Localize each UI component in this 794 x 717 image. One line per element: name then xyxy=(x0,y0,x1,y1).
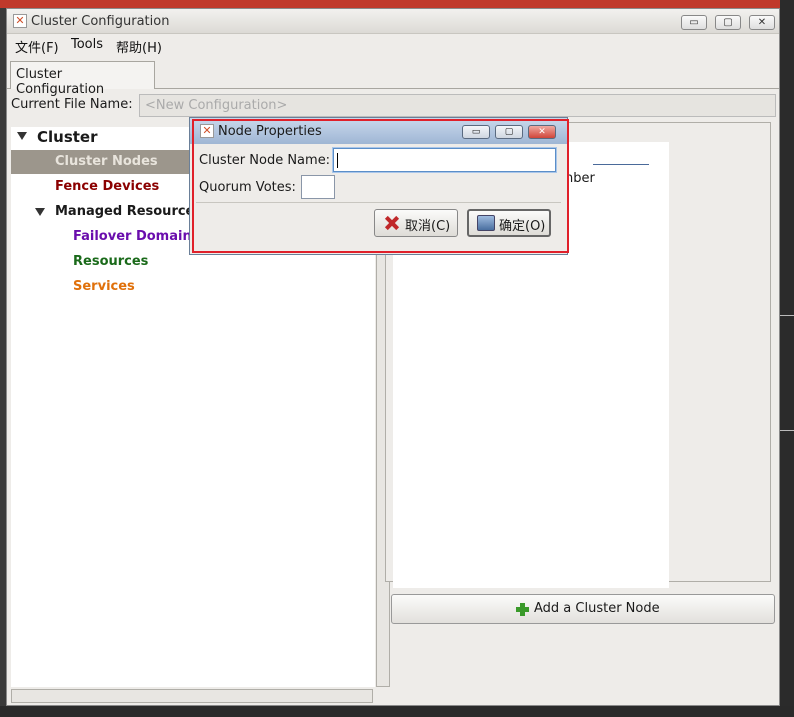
plus-icon xyxy=(516,603,529,616)
expander-icon[interactable] xyxy=(35,208,45,216)
dialog-highlight-outline xyxy=(192,119,569,253)
background-strip xyxy=(0,0,794,8)
tree-horizontal-scrollbar[interactable] xyxy=(11,689,373,703)
menu-bar: 文件(F) Tools 帮助(H) xyxy=(7,34,779,56)
menu-file[interactable]: 文件(F) xyxy=(15,37,59,56)
maximize-icon: ▢ xyxy=(723,17,733,28)
close-button[interactable]: ✕ xyxy=(749,15,775,30)
header-underline xyxy=(593,164,649,165)
menu-tools[interactable]: Tools xyxy=(71,37,103,52)
add-cluster-node-label: Add a Cluster Node xyxy=(534,601,660,616)
tab-cluster-configuration[interactable]: Cluster Configuration xyxy=(10,61,155,97)
menu-help[interactable]: 帮助(H) xyxy=(116,37,162,56)
tree-item-cluster[interactable]: Cluster xyxy=(37,128,98,146)
background-right-edge xyxy=(780,0,794,717)
minimize-button[interactable]: ▭ xyxy=(681,15,707,30)
maximize-button[interactable]: ▢ xyxy=(715,15,741,30)
partial-label: nber xyxy=(565,171,595,186)
add-cluster-node-button[interactable]: Add a Cluster Node xyxy=(391,594,775,624)
file-name-field: <New Configuration> xyxy=(139,94,776,117)
close-icon: ✕ xyxy=(757,17,767,28)
window-title: Cluster Configuration xyxy=(31,14,170,29)
tree-item-services[interactable]: Services xyxy=(73,279,135,294)
file-name-label: Current File Name: xyxy=(11,97,133,112)
app-icon: ✕ xyxy=(13,14,27,28)
title-bar[interactable]: ✕ Cluster Configuration ▭ ▢ ✕ xyxy=(7,9,779,34)
tree-item-resources[interactable]: Resources xyxy=(73,254,148,269)
tree-item-cluster-nodes[interactable]: Cluster Nodes xyxy=(55,154,158,169)
tree-item-fence-devices[interactable]: Fence Devices xyxy=(55,179,159,194)
tree-item-failover-domains[interactable]: Failover Domains xyxy=(73,229,199,244)
tree-item-managed-resources[interactable]: Managed Resources xyxy=(55,204,202,219)
minimize-icon: ▭ xyxy=(689,17,699,28)
expander-icon[interactable] xyxy=(17,132,27,140)
tab-label: Cluster Configuration xyxy=(16,67,105,97)
